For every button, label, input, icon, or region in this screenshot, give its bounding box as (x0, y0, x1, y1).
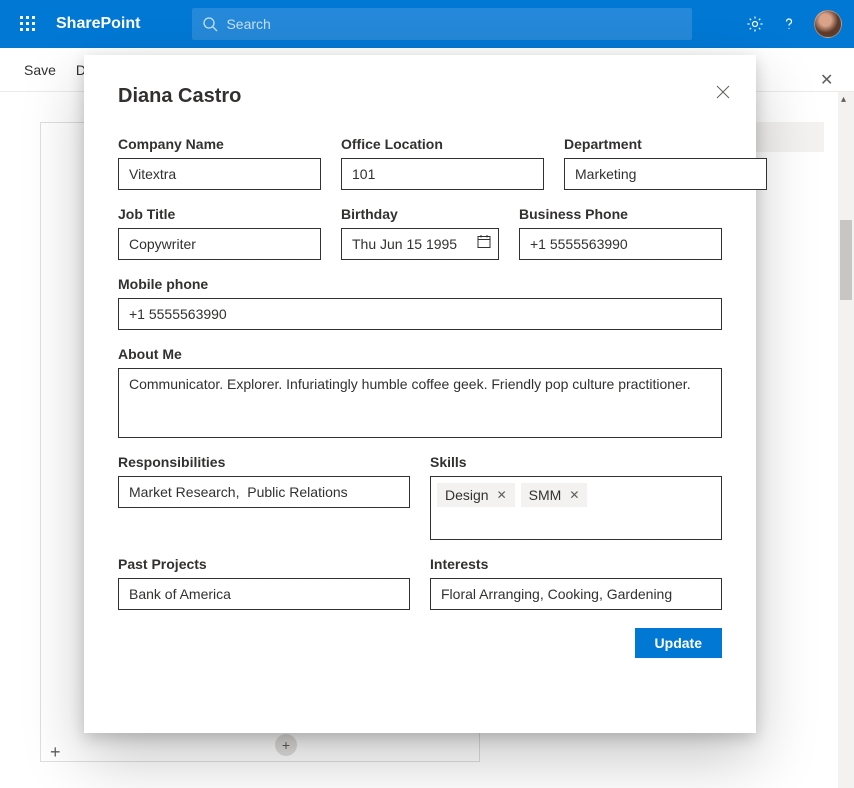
about-textarea[interactable] (118, 368, 722, 438)
avatar[interactable] (814, 10, 842, 38)
responsibilities-label: Responsibilities (118, 454, 410, 470)
remove-tag-icon[interactable]: ✕ (497, 488, 507, 502)
dialog-title: Diana Castro (118, 85, 722, 108)
header-right (746, 10, 842, 38)
scrollbar-thumb[interactable] (840, 220, 852, 300)
remove-tag-icon[interactable]: ✕ (569, 488, 579, 502)
mobilephone-input[interactable] (118, 298, 722, 330)
update-button[interactable]: Update (635, 628, 722, 658)
mobilephone-label: Mobile phone (118, 276, 722, 292)
skill-tag: SMM ✕ (521, 483, 588, 507)
search-box[interactable] (192, 8, 692, 40)
scroll-up-icon[interactable]: ▴ (841, 94, 851, 104)
gear-icon[interactable] (746, 15, 764, 33)
save-button[interactable]: Save (24, 62, 56, 78)
add-webpart-icon[interactable]: + (275, 734, 297, 756)
birthday-label: Birthday (341, 206, 499, 222)
skill-tag-label: SMM (529, 487, 562, 503)
about-label: About Me (118, 346, 722, 362)
company-input[interactable] (118, 158, 321, 190)
suite-header: SharePoint (0, 0, 854, 48)
jobtitle-input[interactable] (118, 228, 321, 260)
interests-input[interactable] (430, 578, 722, 610)
help-icon[interactable] (780, 15, 798, 33)
skills-tagpicker[interactable]: Design ✕ SMM ✕ (430, 476, 722, 540)
close-dialog-icon[interactable] (716, 85, 730, 104)
businessphone-label: Business Phone (519, 206, 722, 222)
interests-label: Interests (430, 556, 722, 572)
department-input[interactable] (564, 158, 767, 190)
pastprojects-label: Past Projects (118, 556, 410, 572)
office-input[interactable] (341, 158, 544, 190)
department-label: Department (564, 136, 767, 152)
skill-tag: Design ✕ (437, 483, 515, 507)
brand-name[interactable]: SharePoint (56, 15, 140, 33)
pastprojects-input[interactable] (118, 578, 410, 610)
skills-label: Skills (430, 454, 722, 470)
add-section-icon[interactable]: + (50, 742, 61, 763)
profile-form: Company Name Office Location Department … (118, 136, 722, 658)
search-icon (202, 16, 218, 32)
edit-profile-dialog: Diana Castro Company Name Office Locatio… (84, 55, 756, 733)
jobtitle-label: Job Title (118, 206, 321, 222)
close-panel-icon[interactable]: ✕ (820, 70, 833, 90)
businessphone-input[interactable] (519, 228, 722, 260)
company-label: Company Name (118, 136, 321, 152)
birthday-input[interactable] (341, 228, 499, 260)
responsibilities-input[interactable] (118, 476, 410, 508)
office-label: Office Location (341, 136, 544, 152)
app-launcher-icon[interactable] (12, 8, 44, 40)
vertical-scrollbar[interactable]: ▴ (838, 92, 854, 788)
search-input[interactable] (226, 16, 682, 32)
skill-tag-label: Design (445, 487, 489, 503)
